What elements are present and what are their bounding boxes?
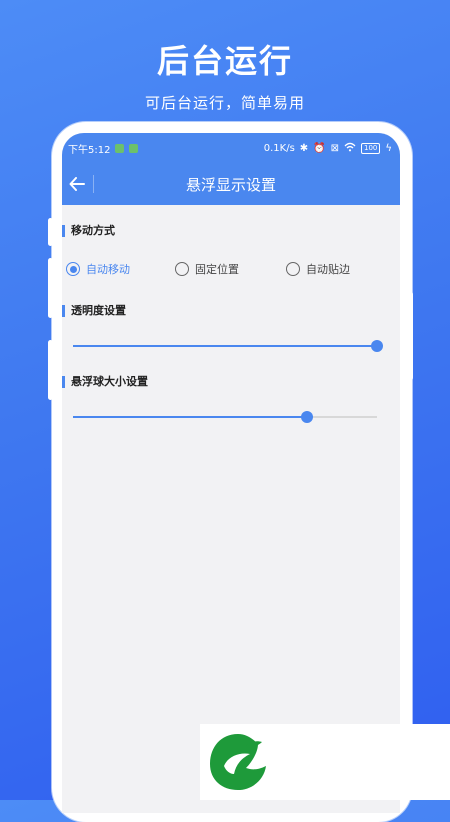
app-notification-icon-2 — [129, 143, 139, 153]
page-title: 悬浮显示设置 — [185, 175, 276, 194]
sim-icon: ⊠ — [330, 142, 340, 154]
radio-auto-move[interactable]: 自动移动 — [66, 261, 130, 277]
charging-icon: ϟ — [385, 142, 392, 154]
radio-label: 固定位置 — [195, 263, 239, 276]
watermark-logo-box — [200, 724, 450, 800]
move-mode-radio-group: 自动移动 固定位置 自动贴边 — [62, 261, 400, 285]
slider-thumb[interactable] — [301, 411, 314, 423]
radio-fixed-position[interactable]: 固定位置 — [175, 261, 239, 277]
slider-fill — [73, 416, 308, 418]
opacity-label: 透明度设置 — [62, 303, 126, 319]
radio-auto-snap-edge[interactable]: 自动贴边 — [286, 261, 350, 277]
app-notification-icon — [115, 143, 125, 153]
slider-thumb[interactable] — [371, 340, 383, 352]
phone-side-button-left-2 — [48, 258, 53, 318]
promo-subtitle: 可后台运行，简单易用 — [144, 94, 305, 112]
radio-circle — [175, 262, 189, 276]
promo-title: 后台运行 — [156, 42, 293, 80]
radio-label: 自动移动 — [86, 263, 130, 276]
radio-circle — [286, 262, 300, 276]
radio-circle — [66, 262, 80, 276]
radio-label: 自动贴边 — [306, 263, 350, 276]
alarm-icon: ⏰ — [313, 142, 326, 154]
move-mode-label: 移动方式 — [62, 223, 115, 239]
phone-side-button-left-3 — [48, 340, 53, 400]
ball-size-label: 悬浮球大小设置 — [62, 374, 148, 390]
status-time: 下午5:12 — [68, 144, 111, 156]
slider-fill — [73, 345, 377, 347]
leaf-logo-icon — [210, 734, 266, 790]
opacity-slider[interactable] — [73, 339, 383, 353]
phone-side-button-right — [408, 292, 413, 380]
battery-icon: 100 — [361, 142, 381, 154]
wifi-icon — [344, 142, 356, 155]
bluetooth-icon: ✱ — [299, 142, 309, 154]
net-speed: 0.1K/s — [263, 142, 295, 154]
app-bar: 悬浮显示设置 — [62, 163, 400, 205]
phone-side-button-left-1 — [48, 218, 53, 246]
ball-size-slider[interactable] — [73, 410, 377, 424]
appbar-divider — [93, 175, 94, 193]
phone-screen: 下午5:12 0.1K/s ✱ ⏰ ⊠ 100 ϟ 悬浮显示设置 移动方式 自动… — [62, 133, 400, 813]
status-bar: 下午5:12 0.1K/s ✱ ⏰ ⊠ 100 ϟ — [62, 133, 400, 163]
arrow-left-icon — [69, 177, 85, 191]
back-button[interactable] — [64, 172, 90, 196]
